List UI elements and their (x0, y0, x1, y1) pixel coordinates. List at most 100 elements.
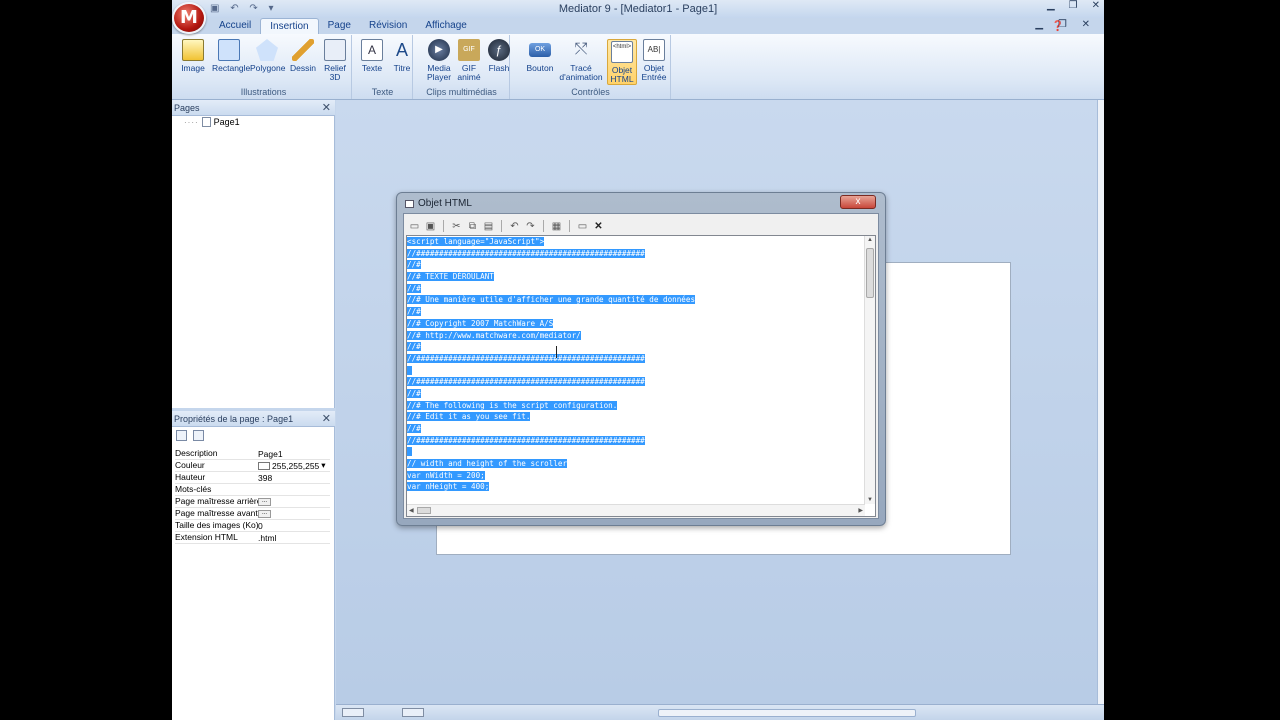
view-icon[interactable] (342, 708, 364, 717)
minimize-icon[interactable]: ▁ (1047, 0, 1055, 11)
animation-path-button[interactable]: ⤲ Tracé d'animation (559, 39, 603, 82)
relief-3d-button[interactable]: Relief 3D (320, 39, 350, 82)
code-line-text: //######################################… (407, 353, 645, 363)
props-panel-header: Propriétés de la page : Page1 ✕ (172, 411, 335, 427)
code-line[interactable]: var nHeight = 400; (407, 481, 695, 493)
entry-icon: AB| (643, 39, 665, 61)
code-line-text: //# Copyright 2007 MatchWare A/S (407, 318, 554, 328)
polygon-button[interactable]: Polygone (250, 39, 285, 73)
color-swatch[interactable] (258, 461, 270, 470)
code-line-text (407, 365, 412, 375)
title-button[interactable]: A Titre (387, 39, 417, 73)
image-button[interactable]: Image (178, 39, 208, 73)
prop-row[interactable]: Page maîtresse arrière... (175, 496, 330, 508)
mdi-controls[interactable]: ▁ ❐ ✕ (1035, 19, 1096, 30)
media-player-button[interactable]: ▶ Media Player (424, 39, 454, 82)
draw-button[interactable]: Dessin (288, 39, 318, 73)
group-texte: A Texte A Titre Texte (353, 35, 413, 99)
copy-icon[interactable]: ⧉ (466, 220, 479, 232)
view-icon[interactable] (402, 708, 424, 717)
save-icon[interactable]: ▣ (424, 220, 437, 232)
dropdown-icon[interactable]: ▾ (321, 460, 325, 471)
gif-button[interactable]: GIF GIF animé (454, 39, 484, 82)
browse-button[interactable]: ... (258, 509, 271, 518)
code-line[interactable]: <script language="JavaScript"> (407, 236, 695, 248)
tab-accueil[interactable]: Accueil (210, 18, 260, 34)
close-icon[interactable]: ✕ (322, 101, 331, 114)
help-icon[interactable]: ▭ (576, 220, 589, 232)
dialog-close-button[interactable]: x (840, 195, 876, 209)
properties-icon[interactable]: ▦ (550, 220, 563, 232)
code-line[interactable]: //######################################… (407, 248, 695, 260)
page-list-item[interactable]: ···· Page1 (184, 117, 240, 127)
html-object-dialog: Objet HTML x ▭ ▣ ✂ ⧉ ▤ ↶ ↷ ▦ ▭ ✕ <script… (396, 192, 886, 526)
prop-row[interactable]: Extension HTML .html (175, 532, 330, 544)
scroll-thumb[interactable] (866, 248, 874, 298)
code-line[interactable]: // width and height of the scroller (407, 458, 695, 470)
bouton-button[interactable]: OK Bouton (525, 39, 555, 73)
code-line[interactable]: //# The following is the script configur… (407, 400, 695, 412)
code-line[interactable]: //######################################… (407, 376, 695, 388)
tab-revision[interactable]: Révision (360, 18, 416, 34)
paste-icon[interactable]: ▤ (482, 220, 495, 232)
prop-row[interactable]: Mots-clés (175, 484, 330, 496)
prop-row[interactable]: Hauteur 398 (175, 472, 330, 484)
browse-button[interactable]: ... (258, 497, 271, 506)
html-object-button[interactable]: <html> Objet HTML (607, 39, 637, 85)
code-line[interactable] (407, 446, 695, 458)
code-text[interactable]: <script language="JavaScript"> //########… (407, 236, 696, 493)
categorized-icon[interactable] (176, 430, 187, 441)
code-line[interactable]: //# (407, 341, 695, 353)
code-line[interactable]: //# (407, 259, 695, 271)
code-line[interactable]: //# (407, 423, 695, 435)
code-line[interactable]: //# Edit it as you see fit. (407, 411, 695, 423)
tab-affichage[interactable]: Affichage (416, 18, 476, 34)
code-line-text: //# (407, 342, 421, 352)
scroll-thumb[interactable] (417, 507, 431, 514)
rectangle-icon (218, 39, 240, 61)
prop-row[interactable]: Couleur 255,255,255 ▾ (175, 460, 330, 472)
restore-icon[interactable]: ❐ (1069, 0, 1078, 11)
code-line[interactable]: var nWidth = 200; (407, 470, 695, 482)
vertical-scrollbar[interactable] (1097, 100, 1104, 704)
code-line[interactable]: //# http://www.matchware.com/mediator/ (407, 330, 695, 342)
scroll-down-icon[interactable]: ▼ (867, 497, 873, 503)
prop-row[interactable]: Description Page1 (175, 448, 330, 460)
text-button[interactable]: A Texte (357, 39, 387, 73)
cut-icon[interactable]: ✂ (450, 220, 463, 232)
prop-row[interactable]: Taille des images (Ko) 0 (175, 520, 330, 532)
properties-icon[interactable] (193, 430, 204, 441)
code-line[interactable]: //# (407, 388, 695, 400)
undo-icon[interactable]: ↶ (508, 220, 521, 232)
code-line[interactable]: //# Copyright 2007 MatchWare A/S (407, 318, 695, 330)
horizontal-scrollbar[interactable] (658, 709, 916, 717)
scroll-up-icon[interactable]: ▲ (867, 237, 873, 243)
close-icon[interactable]: ✕ (1092, 0, 1100, 11)
scroll-left-icon[interactable]: ◀ (409, 507, 414, 514)
image-icon (182, 39, 204, 61)
code-line[interactable]: //# (407, 306, 695, 318)
entry-object-button[interactable]: AB| Objet Entrée (639, 39, 669, 82)
code-line[interactable]: //######################################… (407, 353, 695, 365)
editor-vscroll[interactable]: ▲ ▼ (864, 236, 875, 504)
tab-insertion[interactable]: Insertion (260, 18, 319, 34)
flash-button[interactable]: ƒ Flash (484, 39, 514, 73)
delete-icon[interactable]: ✕ (592, 220, 605, 232)
code-line[interactable]: //# TEXTE DÉROULANT (407, 271, 695, 283)
code-line[interactable]: //# (407, 283, 695, 295)
open-icon[interactable]: ▭ (408, 220, 421, 232)
scroll-right-icon[interactable]: ▶ (858, 507, 863, 514)
rectangle-button[interactable]: Rectangle (212, 39, 250, 73)
code-line[interactable]: //# Une manière utile d'afficher une gra… (407, 294, 696, 306)
prop-row[interactable]: Page maîtresse avant... (175, 508, 330, 520)
code-line[interactable] (407, 365, 695, 377)
code-editor[interactable]: <script language="JavaScript"> //########… (406, 235, 876, 517)
redo-icon[interactable]: ↷ (524, 220, 537, 232)
tab-page[interactable]: Page (319, 18, 360, 34)
code-line[interactable]: //######################################… (407, 435, 695, 447)
app-logo[interactable]: M (172, 2, 206, 34)
editor-hscroll[interactable]: ◀ ▶ (407, 504, 865, 516)
close-icon[interactable]: ✕ (322, 412, 331, 425)
code-line-text: //# (407, 424, 421, 433)
title-icon: A (395, 40, 408, 60)
